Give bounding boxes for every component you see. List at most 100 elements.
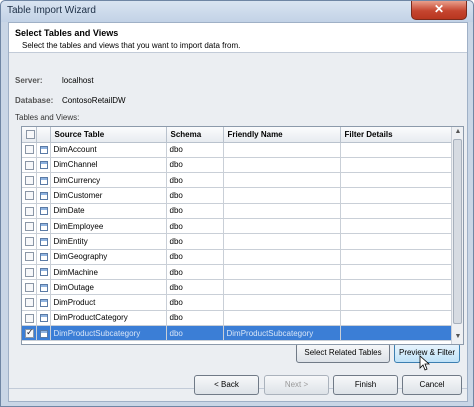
table-icon [39, 146, 48, 155]
finish-button[interactable]: Finish [333, 375, 398, 395]
checkbox-cell[interactable] [22, 325, 37, 342]
filter-details-cell[interactable] [340, 157, 453, 174]
friendly-name-cell[interactable] [223, 279, 341, 296]
select-related-tables-button[interactable]: Select Related Tables [296, 343, 390, 363]
friendly-name-cell[interactable] [223, 218, 341, 235]
table-icon-cell [36, 203, 51, 219]
friendly-name-cell[interactable] [223, 310, 341, 327]
tables-grid: Source Table Schema Friendly Name Filter… [21, 126, 464, 345]
checkbox-cell[interactable] [22, 279, 37, 296]
window-title: Table Import Wizard [7, 5, 96, 16]
table-row[interactable]: DimOutage dbo [22, 279, 453, 296]
table-row[interactable]: DimGeography dbo [22, 249, 453, 265]
checkbox-cell[interactable] [22, 172, 37, 189]
row-checkbox[interactable] [25, 175, 34, 185]
filter-details-cell[interactable] [340, 203, 453, 219]
table-icon [39, 161, 48, 170]
next-button[interactable]: Next > [264, 375, 329, 395]
table-row[interactable]: DimMachine dbo [22, 264, 453, 281]
friendly-name-cell[interactable] [223, 142, 341, 158]
table-row[interactable]: DimProduct dbo [22, 294, 453, 311]
friendly-name-cell[interactable] [223, 294, 341, 311]
tables-views-label: Tables and Views: [15, 113, 80, 122]
source-table-cell: DimEntity [50, 233, 167, 250]
checkbox-cell[interactable] [22, 218, 37, 235]
checkbox-cell[interactable] [22, 203, 37, 219]
filter-details-cell[interactable] [340, 187, 453, 204]
checkbox-cell[interactable] [22, 294, 37, 311]
table-row[interactable]: DimChannel dbo [22, 157, 453, 174]
friendly-name-cell[interactable] [223, 187, 341, 204]
checkbox-cell[interactable] [22, 310, 37, 327]
table-icon-cell [36, 218, 51, 235]
friendly-name-cell[interactable] [223, 157, 341, 174]
server-value: localhost [62, 76, 94, 85]
server-label: Server: [15, 76, 43, 85]
cancel-button[interactable]: Cancel [402, 375, 462, 395]
row-checkbox[interactable] [25, 237, 34, 247]
row-checkbox[interactable] [25, 145, 34, 155]
schema-cell: dbo [166, 142, 224, 158]
filter-details-cell[interactable] [340, 310, 453, 327]
checkbox-cell[interactable] [22, 142, 37, 158]
select-all-checkbox[interactable] [26, 129, 35, 139]
friendly-name-cell[interactable] [223, 264, 341, 281]
checkbox-cell[interactable] [22, 157, 37, 174]
back-button[interactable]: < Back [194, 375, 259, 395]
friendly-name-cell[interactable] [223, 172, 341, 189]
filter-details-cell[interactable] [340, 218, 453, 235]
table-row[interactable]: DimAccount dbo [22, 142, 453, 158]
table-row[interactable]: DimCustomer dbo [22, 187, 453, 204]
row-checkbox[interactable] [25, 221, 34, 231]
checkbox-cell[interactable] [22, 187, 37, 204]
column-header-filter-details[interactable]: Filter Details [340, 127, 453, 143]
close-button[interactable]: ✕ [411, 1, 467, 20]
table-icon-cell [36, 233, 51, 250]
filter-details-cell[interactable] [340, 142, 453, 158]
row-checkbox[interactable] [25, 298, 34, 308]
row-checkbox[interactable] [25, 327, 34, 338]
page-subtitle: Select the tables and views that you wan… [22, 41, 241, 50]
table-icon [39, 283, 48, 292]
friendly-name-cell[interactable] [223, 203, 341, 219]
table-icon [39, 207, 48, 216]
table-row[interactable]: DimDate dbo [22, 203, 453, 219]
row-checkbox[interactable] [25, 283, 34, 293]
filter-details-cell[interactable] [340, 249, 453, 265]
row-checkbox[interactable] [25, 313, 34, 323]
column-header-source-table[interactable]: Source Table [50, 127, 167, 143]
table-row[interactable]: DimCurrency dbo [22, 172, 453, 189]
row-checkbox[interactable] [25, 191, 34, 201]
table-icon-cell [36, 249, 51, 265]
select-all-column[interactable] [22, 127, 37, 143]
column-header-friendly-name[interactable]: Friendly Name [223, 127, 341, 143]
filter-details-cell[interactable] [340, 325, 453, 342]
table-row[interactable]: DimProductSubcategorydboDimProductSubcat… [22, 325, 453, 342]
checkbox-cell[interactable] [22, 233, 37, 250]
filter-details-cell[interactable] [340, 172, 453, 189]
friendly-name-cell[interactable] [223, 233, 341, 250]
checkbox-cell[interactable] [22, 249, 37, 265]
filter-details-cell[interactable] [340, 294, 453, 311]
column-header-schema[interactable]: Schema [166, 127, 224, 143]
checkbox-cell[interactable] [22, 264, 37, 281]
scroll-up-icon[interactable]: ▲ [453, 128, 463, 138]
row-checkbox[interactable] [25, 206, 34, 216]
row-checkbox[interactable] [25, 160, 34, 170]
table-row[interactable]: DimEntity dbo [22, 233, 453, 250]
filter-details-cell[interactable] [340, 233, 453, 250]
row-checkbox[interactable] [25, 252, 34, 262]
friendly-name-cell[interactable] [223, 249, 341, 265]
friendly-name-cell[interactable]: DimProductSubcategory [223, 325, 341, 342]
vertical-scrollbar[interactable]: ▲ ▼ [451, 127, 463, 344]
table-row[interactable]: DimProductCategory dbo [22, 310, 453, 327]
source-table-cell: DimDate [50, 203, 167, 219]
filter-details-cell[interactable] [340, 279, 453, 296]
filter-details-cell[interactable] [340, 264, 453, 281]
table-row[interactable]: DimEmployee dbo [22, 218, 453, 235]
scroll-down-icon[interactable]: ▼ [453, 333, 463, 343]
schema-cell: dbo [166, 310, 224, 327]
scrollbar-thumb[interactable] [453, 139, 462, 324]
table-icon [39, 222, 48, 231]
row-checkbox[interactable] [25, 267, 34, 277]
